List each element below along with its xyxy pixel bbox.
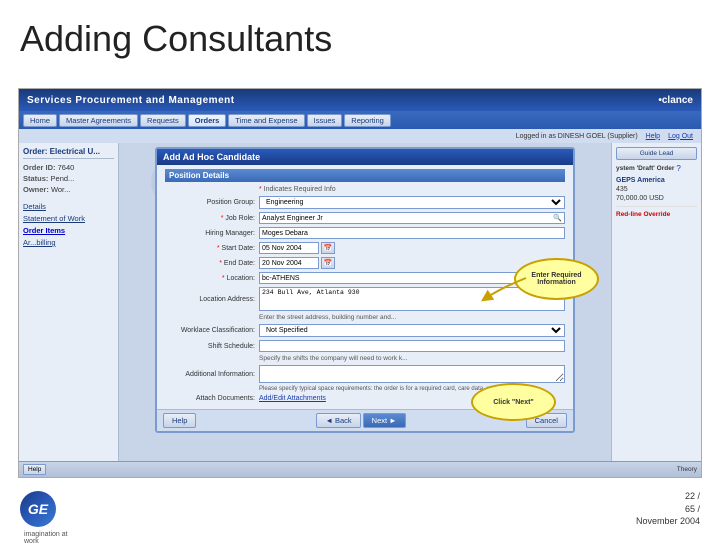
job-role-row: * Job Role: Analyst Engineer Jr 🔍	[165, 212, 565, 224]
hiring-manager-input[interactable]: Moges Debara	[259, 227, 565, 239]
sidebar-link-details[interactable]: Details	[23, 202, 114, 211]
start-date-row: * Start Date: 📅	[165, 242, 565, 254]
hiring-manager-row: Hiring Manager: Moges Debara	[165, 227, 565, 239]
second-nav: Home Master Agreements Requests Orders T…	[19, 111, 701, 129]
page-num: 22 /	[636, 490, 700, 503]
position-group-label: Position Group:	[165, 199, 255, 206]
modal-title-bar: Add Ad Hoc Candidate	[157, 149, 573, 165]
page-info: 22 / 65 / November 2004	[636, 490, 700, 528]
search-icon[interactable]: 🔍	[553, 214, 562, 222]
supplier-field: GEPS America	[616, 177, 697, 184]
help-button[interactable]: Help	[163, 413, 196, 428]
start-date-label: * Start Date:	[165, 245, 255, 252]
nav-home[interactable]: Home	[23, 114, 57, 127]
worklace-select[interactable]: Not Specified	[259, 324, 565, 337]
shift-hint-row: Specify the shifts the company will need…	[165, 355, 565, 362]
app-footer-status: Theory	[677, 466, 697, 473]
sidebar-link-order-items[interactable]: Order Items	[23, 226, 114, 235]
nav-requests[interactable]: Requests	[140, 114, 186, 127]
required-hint-row: * Indicates Required Info	[165, 186, 565, 193]
override-area: Red-line Override	[616, 211, 697, 218]
guide-lead-button[interactable]: Guide Lead	[616, 147, 697, 160]
start-date-calendar-btn[interactable]: 📅	[321, 242, 335, 254]
nav-issues[interactable]: Issues	[307, 114, 343, 127]
end-date-row: * End Date: 📅	[165, 257, 565, 269]
sidebar-link-sow[interactable]: Statement of Work	[23, 214, 114, 223]
next-button[interactable]: Next ►	[363, 413, 406, 428]
address-hint: Enter the street address, building numbe…	[259, 314, 565, 321]
right-sidebar: Guide Lead ystem 'Draft' Order ? GEPS Am…	[611, 143, 701, 463]
order-status-row: Status: Pend...	[23, 174, 114, 183]
end-date-label: * End Date:	[165, 260, 255, 267]
brand-label: •clance	[658, 95, 693, 106]
position-group-row: Position Group: Engineering	[165, 196, 565, 209]
ge-logo: GE imagination at work	[20, 491, 75, 527]
nav-buttons: ◄ Back Next ►	[316, 413, 405, 428]
worklace-label: Worklace Classification:	[165, 327, 255, 334]
page-title: Adding Consultants	[20, 18, 700, 60]
order-owner-row: Owner: Wor...	[23, 185, 114, 194]
top-nav: Services Procurement and Management •cla…	[19, 89, 701, 111]
additional-info-label: Additional Information:	[165, 371, 255, 378]
ge-tagline: imagination at work	[24, 531, 75, 545]
hiring-manager-label: Hiring Manager:	[165, 230, 255, 237]
nav-time[interactable]: Time and Expense	[228, 114, 304, 127]
help-link[interactable]: Help	[646, 133, 660, 140]
logged-in-text: Logged in as DINESH GOEL (Supplier)	[516, 133, 638, 140]
nav-orders[interactable]: Orders	[188, 114, 227, 127]
center-area: CARD Add Ad Hoc Candidate Position Detai…	[119, 143, 611, 463]
order-header: Order: Electrical U...	[23, 147, 114, 159]
nav-reporting[interactable]: Reporting	[344, 114, 391, 127]
address-hint-row: Enter the street address, building numbe…	[165, 314, 565, 321]
nav-master[interactable]: Master Agreements	[59, 114, 138, 127]
start-date-field: 📅	[259, 242, 565, 254]
sidebar-links: Details Statement of Work Order Items Ar…	[23, 202, 114, 247]
amount-field: 70,000.00 USD	[616, 195, 697, 202]
section-header: Position Details	[165, 169, 565, 182]
click-next-callout: Click "Next"	[471, 383, 556, 421]
attach-docs-label: Attach Documents:	[165, 395, 255, 402]
right-section-title: ystem 'Draft' Order	[616, 165, 674, 172]
status-bar: Logged in as DINESH GOEL (Supplier) Help…	[19, 129, 701, 143]
required-hint: * Indicates Required Info	[259, 186, 336, 193]
screenshot-area: Services Procurement and Management •cla…	[18, 88, 702, 478]
shift-row: Shift Schedule:	[165, 340, 565, 352]
app-title: Services Procurement and Management	[27, 95, 235, 106]
worklace-row: Worklace Classification: Not Specified	[165, 324, 565, 337]
attach-docs-link[interactable]: Add/Edit Attachments	[259, 395, 326, 402]
back-button[interactable]: ◄ Back	[316, 413, 360, 428]
position-group-select[interactable]: Engineering	[259, 196, 565, 209]
start-date-input[interactable]	[259, 242, 319, 254]
ge-logo-circle: GE	[20, 491, 56, 527]
job-role-input: Analyst Engineer Jr 🔍	[259, 212, 565, 224]
modal-title: Add Ad Hoc Candidate	[163, 152, 260, 162]
left-sidebar: Order: Electrical U... Order ID: 7640 St…	[19, 143, 119, 463]
supplier-id-field: 435	[616, 186, 697, 193]
location-address-label: Location Address:	[165, 296, 255, 303]
additional-info-row: Additional Information:	[165, 365, 565, 383]
end-date-calendar-btn[interactable]: 📅	[321, 257, 335, 269]
help-icon[interactable]: ?	[676, 164, 680, 173]
location-label: * Location:	[165, 275, 255, 282]
job-role-label: * Job Role:	[165, 215, 255, 222]
shift-input[interactable]	[259, 340, 565, 352]
override-label: Red-line Override	[616, 211, 670, 218]
app-help-button[interactable]: Help	[23, 464, 46, 475]
shift-label: Shift Schedule:	[165, 343, 255, 350]
end-date-input[interactable]	[259, 257, 319, 269]
shift-hint: Specify the shifts the company will need…	[259, 355, 565, 362]
date-label: November 2004	[636, 515, 700, 528]
course-num: 65 /	[636, 503, 700, 516]
title-area: Adding Consultants	[0, 0, 720, 70]
app-footer: Help Theory	[19, 461, 701, 477]
additional-info-input[interactable]	[259, 365, 565, 383]
ge-footer: GE imagination at work 22 / 65 / Novembe…	[0, 478, 720, 540]
callout-arrow-1	[481, 273, 531, 303]
sidebar-link-billing[interactable]: Ar...billing	[23, 238, 114, 247]
divider	[616, 206, 697, 207]
order-id-row: Order ID: 7640	[23, 163, 114, 172]
logout-link[interactable]: Log Out	[668, 133, 693, 140]
main-content: Order: Electrical U... Order ID: 7640 St…	[19, 143, 701, 463]
